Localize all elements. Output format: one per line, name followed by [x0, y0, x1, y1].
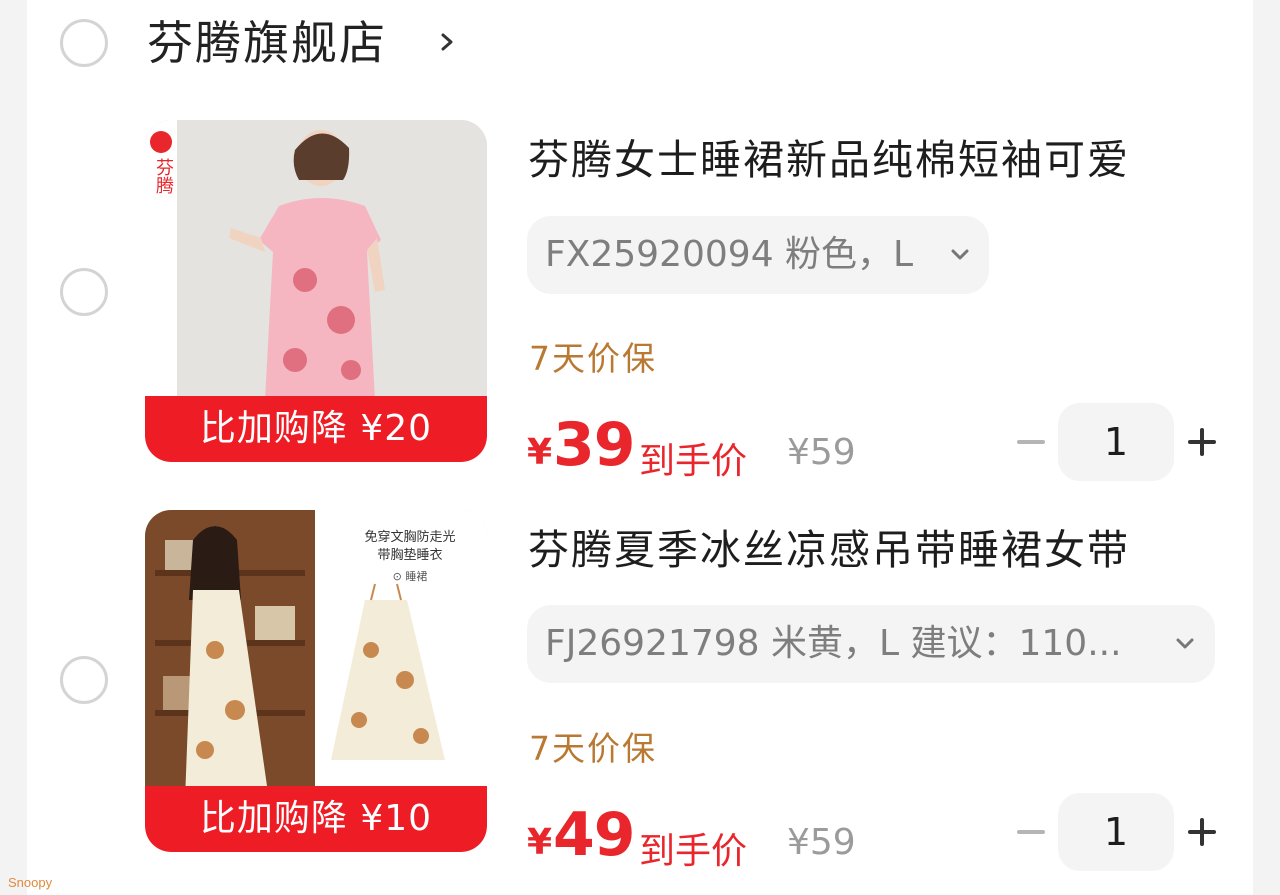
price-guarantee-label: 7天价保 [529, 339, 657, 378]
sku-selector[interactable]: FJ26921798 米黄，L 建议：110... [527, 605, 1215, 683]
sku-text: FX25920094 粉色，L [545, 234, 914, 275]
original-price: ¥59 [787, 432, 856, 473]
price-row: ¥ 39 到手价 ¥59 [527, 410, 867, 490]
final-price-label: 到手价 [639, 441, 748, 482]
thumb-caption-tag: ⊙ 睡裙 [392, 570, 428, 583]
brand-logo-text: 芬腾 [153, 158, 174, 194]
thumb-caption-line1: 免穿文胸防走光 [364, 530, 456, 545]
original-price: ¥59 [787, 822, 856, 863]
final-price: 49 [553, 800, 635, 870]
quantity-decrease-button[interactable] [1014, 425, 1048, 459]
shop-name[interactable]: 芬腾旗舰店 [147, 14, 387, 72]
price-guarantee-label: 7天价保 [529, 729, 657, 768]
thumb-caption-line2: 带胸垫睡衣 [377, 548, 443, 563]
product-title[interactable]: 芬腾女士睡裙新品纯棉短袖可爱 [528, 134, 1130, 186]
watermark: Snoopy [8, 875, 53, 890]
chevron-down-icon [1176, 638, 1194, 649]
quantity-increase-button[interactable] [1185, 425, 1219, 459]
price-currency: ¥ [527, 432, 553, 473]
promo-discount-banner: 比加购降 ¥10 [145, 786, 487, 852]
product-thumbnail[interactable]: 芬腾 比加购降 ¥20 [145, 120, 487, 462]
sku-text: FJ26921798 米黄，L 建议：110... [545, 623, 1122, 664]
quantity-input[interactable]: 1 [1058, 403, 1174, 481]
quantity-increase-button[interactable] [1185, 815, 1219, 849]
chevron-down-icon [951, 249, 969, 260]
quantity-decrease-button[interactable] [1014, 815, 1048, 849]
price-row: ¥ 49 到手价 ¥59 [527, 800, 867, 880]
product-title[interactable]: 芬腾夏季冰丝凉感吊带睡裙女带 [528, 524, 1130, 576]
product-thumbnail[interactable]: 免穿文胸防走光 带胸垫睡衣 ⊙ 睡裙 比加购降 ¥10 [145, 510, 487, 852]
item-select-radio[interactable] [60, 656, 108, 704]
item-select-radio[interactable] [60, 268, 108, 316]
chevron-right-icon[interactable] [436, 24, 460, 60]
price-currency: ¥ [527, 822, 553, 863]
quantity-input[interactable]: 1 [1058, 793, 1174, 871]
final-price-label: 到手价 [639, 831, 748, 872]
shop-select-radio[interactable] [60, 19, 108, 67]
final-price: 39 [553, 410, 635, 480]
sku-selector[interactable]: FX25920094 粉色，L [527, 216, 989, 294]
promo-discount-banner: 比加购降 ¥20 [145, 396, 487, 462]
